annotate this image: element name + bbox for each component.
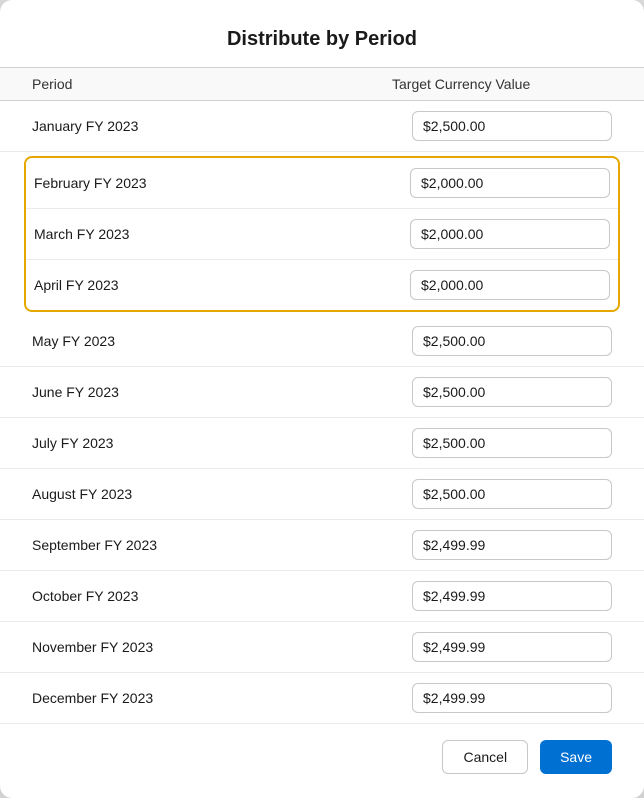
dialog-footer: Cancel Save [0,724,644,774]
period-label-apr: April FY 2023 [34,277,410,293]
table-row: June FY 2023 [0,367,644,418]
table-row: March FY 2023 [26,209,618,260]
table-header: Period Target Currency Value [0,67,644,101]
dialog-title: Distribute by Period [0,0,644,67]
value-input-feb[interactable] [410,168,610,198]
column-header-value: Target Currency Value [392,76,612,92]
value-input-oct[interactable] [412,581,612,611]
period-label-aug: August FY 2023 [32,486,412,502]
cancel-button[interactable]: Cancel [442,740,528,774]
table-row: December FY 2023 [0,673,644,724]
table-row: July FY 2023 [0,418,644,469]
value-input-dec[interactable] [412,683,612,713]
value-input-aug[interactable] [412,479,612,509]
period-label-feb: February FY 2023 [34,175,410,191]
save-button[interactable]: Save [540,740,612,774]
table-row: February FY 2023 [26,158,618,209]
value-input-may[interactable] [412,326,612,356]
period-label-sep: September FY 2023 [32,537,412,553]
value-input-jun[interactable] [412,377,612,407]
period-label-dec: December FY 2023 [32,690,412,706]
period-label-jun: June FY 2023 [32,384,412,400]
period-label-jan: January FY 2023 [32,118,412,134]
table-row: August FY 2023 [0,469,644,520]
table-row: November FY 2023 [0,622,644,673]
period-label-jul: July FY 2023 [32,435,412,451]
table-body: January FY 2023 February FY 2023 March FY … [0,101,644,724]
column-header-period: Period [32,76,392,92]
period-label-oct: October FY 2023 [32,588,412,604]
value-input-jul[interactable] [412,428,612,458]
table-row: September FY 2023 [0,520,644,571]
highlighted-group: February FY 2023 March FY 2023 April FY 20… [24,156,620,312]
table-row: April FY 2023 [26,260,618,310]
period-label-mar: March FY 2023 [34,226,410,242]
value-input-jan[interactable] [412,111,612,141]
distribute-by-period-dialog: Distribute by Period Period Target Curre… [0,0,644,798]
period-label-may: May FY 2023 [32,333,412,349]
value-input-sep[interactable] [412,530,612,560]
value-input-nov[interactable] [412,632,612,662]
table-row: January FY 2023 [0,101,644,152]
table-row: May FY 2023 [0,316,644,367]
table-row: October FY 2023 [0,571,644,622]
period-label-nov: November FY 2023 [32,639,412,655]
value-input-apr[interactable] [410,270,610,300]
value-input-mar[interactable] [410,219,610,249]
